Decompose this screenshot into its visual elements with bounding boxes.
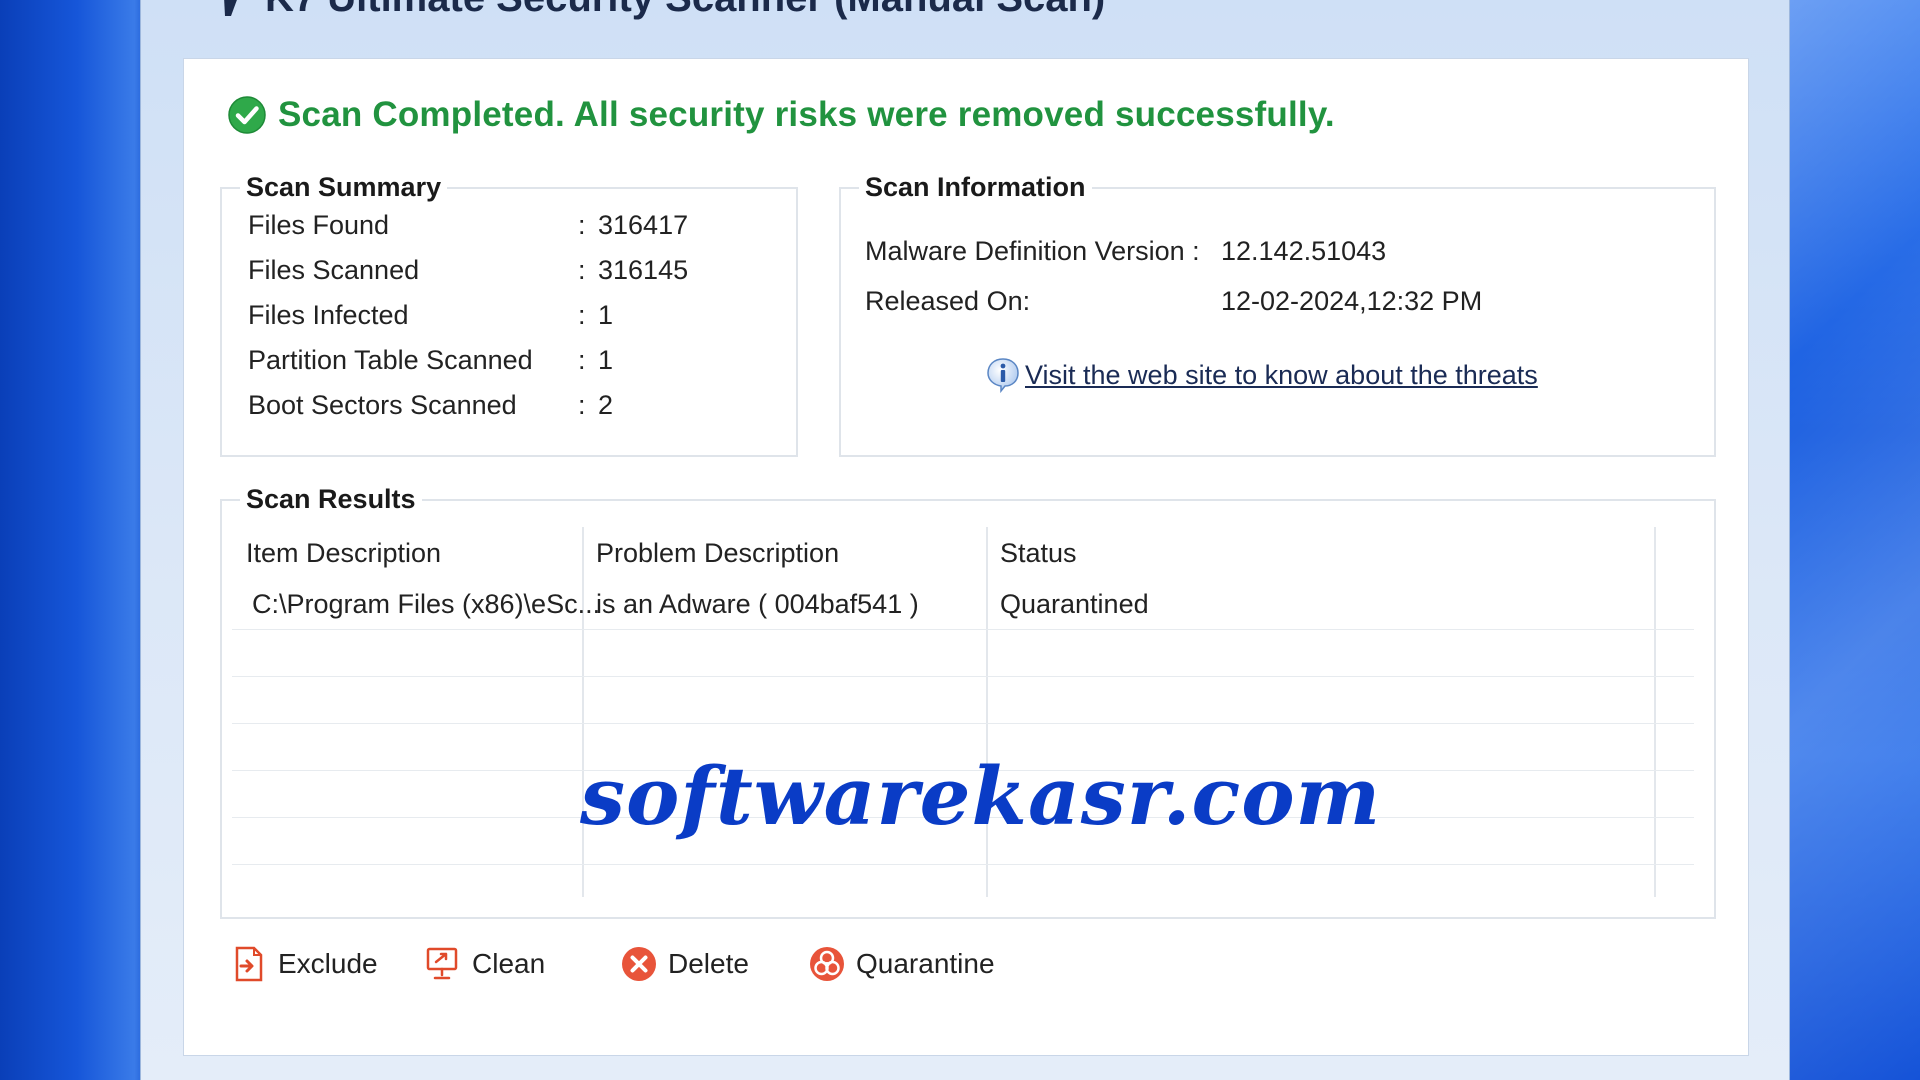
scanner-window: K7 Ultimate Security Scanner (Manual Sca… bbox=[140, 0, 1790, 1080]
quarantine-button[interactable]: Quarantine bbox=[808, 939, 995, 989]
summary-label: Files Infected bbox=[248, 299, 409, 330]
summary-label: Boot Sectors Scanned bbox=[248, 389, 517, 420]
summary-row-partition-table: Partition Table Scanned : 1 bbox=[248, 340, 778, 380]
scan-complete-banner: Scan Completed. All security risks were … bbox=[228, 95, 1335, 135]
status-cell: Quarantined bbox=[1000, 588, 1149, 619]
desktop-background bbox=[1790, 0, 1920, 1080]
grid-line bbox=[232, 676, 1694, 677]
summary-row-files-scanned: Files Scanned : 316145 bbox=[248, 250, 778, 290]
clean-icon bbox=[426, 947, 458, 980]
threats-link-text[interactable]: Visit the web site to know about the thr… bbox=[1025, 360, 1538, 391]
exclude-button[interactable]: Exclude bbox=[230, 939, 378, 989]
scan-complete-message: Scan Completed. All security risks were … bbox=[278, 95, 1335, 134]
exclude-label[interactable]: Exclude bbox=[278, 948, 378, 980]
delete-label[interactable]: Delete bbox=[668, 948, 749, 980]
summary-separator: : bbox=[578, 209, 586, 240]
grid-line bbox=[232, 723, 1694, 724]
summary-value: 316145 bbox=[598, 254, 689, 285]
column-header-status[interactable]: Status bbox=[986, 527, 1654, 579]
threats-website-link[interactable]: Visit the web site to know about the thr… bbox=[985, 357, 1538, 393]
summary-separator: : bbox=[578, 344, 586, 375]
scan-information-group: Scan Information Malware Definition Vers… bbox=[839, 172, 1716, 457]
biohazard-icon bbox=[810, 947, 844, 981]
quarantine-label[interactable]: Quarantine bbox=[856, 948, 995, 980]
released-on-row: Released On: 12-02-2024,12:32 PM bbox=[865, 281, 1482, 321]
scan-results-legend: Scan Results bbox=[240, 484, 422, 515]
summary-label: Partition Table Scanned bbox=[248, 344, 533, 375]
summary-separator: : bbox=[578, 389, 586, 420]
item-description-cell: C:\Program Files (x86)\eSc... bbox=[244, 579, 600, 629]
scan-summary-legend: Scan Summary bbox=[240, 172, 448, 203]
scan-summary-group: Scan Summary Files Found : 316417 Files … bbox=[220, 172, 798, 457]
summary-value: 1 bbox=[598, 299, 614, 330]
problem-description-cell: is an Adware ( 004baf541 ) bbox=[596, 588, 919, 619]
delete-button[interactable]: Delete bbox=[620, 939, 749, 989]
summary-value: 1 bbox=[598, 344, 614, 375]
exclude-icon bbox=[235, 946, 263, 982]
scan-information-legend: Scan Information bbox=[859, 172, 1092, 203]
summary-value: 2 bbox=[598, 389, 614, 420]
table-row[interactable]: C:\Program Files (x86)\eSc... is an Adwa… bbox=[232, 579, 1654, 629]
item-path: C:\Program Files (x86)\eSc... bbox=[252, 588, 601, 619]
results-table-header: Item Description Problem Description Sta… bbox=[232, 527, 1654, 579]
k7-logo-icon bbox=[224, 0, 237, 16]
clean-label[interactable]: Clean bbox=[472, 948, 545, 980]
title-bar: K7 Ultimate Security Scanner (Manual Sca… bbox=[201, 0, 1105, 21]
info-icon bbox=[987, 358, 1019, 393]
grid-line bbox=[232, 629, 1694, 630]
summary-row-boot-sectors: Boot Sectors Scanned : 2 bbox=[248, 385, 778, 425]
check-icon bbox=[228, 96, 266, 134]
summary-label: Files Scanned bbox=[248, 254, 420, 285]
window-title: K7 Ultimate Security Scanner (Manual Sca… bbox=[265, 0, 1105, 21]
released-on-label: Released On: bbox=[865, 285, 1031, 316]
column-header-item[interactable]: Item Description bbox=[232, 527, 582, 579]
summary-separator: : bbox=[578, 299, 586, 330]
summary-row-files-infected: Files Infected : 1 bbox=[248, 295, 778, 335]
definition-version-row: Malware Definition Version : 12.142.5104… bbox=[865, 231, 1386, 271]
definition-version-value: 12.142.51043 bbox=[1221, 235, 1387, 266]
watermark-text: softwarekasr.com bbox=[580, 749, 1382, 843]
summary-separator: : bbox=[578, 254, 586, 285]
column-divider bbox=[1654, 527, 1656, 897]
summary-value: 316417 bbox=[598, 209, 689, 240]
summary-row-files-found: Files Found : 316417 bbox=[248, 205, 778, 245]
content-panel: Scan Completed. All security risks were … bbox=[183, 58, 1749, 1056]
summary-label: Files Found bbox=[248, 209, 390, 240]
grid-line bbox=[232, 864, 1694, 865]
definition-version-label: Malware Definition Version : bbox=[865, 235, 1200, 266]
column-header-problem[interactable]: Problem Description bbox=[582, 527, 986, 579]
released-on-value: 12-02-2024,12:32 PM bbox=[1221, 285, 1483, 316]
clean-button[interactable]: Clean bbox=[424, 939, 545, 989]
scan-results-group: Scan Results Item Description Problem De… bbox=[220, 484, 1716, 919]
delete-icon bbox=[622, 947, 656, 981]
